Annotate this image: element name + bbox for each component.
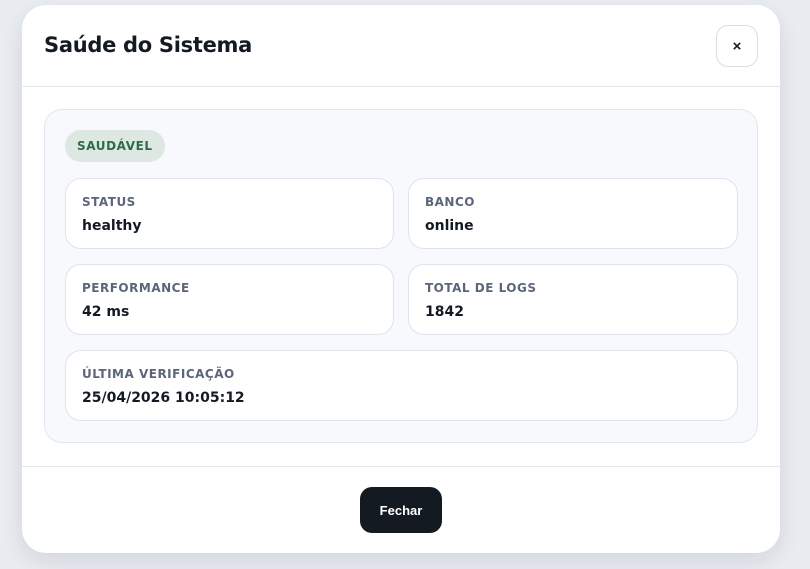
database-card: BANCO online — [408, 178, 738, 249]
total-logs-card-value: 1842 — [425, 304, 464, 320]
status-card: STATUS healthy — [65, 178, 394, 249]
modal-title: Saúde do Sistema — [44, 33, 252, 57]
performance-card-label: PERFORMANCE — [82, 281, 190, 295]
database-card-value: online — [425, 218, 474, 234]
database-card-label: BANCO — [425, 195, 475, 209]
last-check-card-label: ÚLTIMA VERIFICAÇÃO — [82, 367, 235, 381]
modal-footer: Fechar — [22, 466, 780, 553]
modal-header: Saúde do Sistema × — [22, 5, 780, 87]
status-card-label: STATUS — [82, 195, 136, 209]
system-health-modal: Saúde do Sistema × SAUDÁVEL STATUS healt… — [22, 5, 780, 553]
total-logs-card-label: TOTAL DE LOGS — [425, 281, 537, 295]
modal-body: SAUDÁVEL STATUS healthy BANCO online PER… — [22, 87, 780, 466]
performance-card-value: 42 ms — [82, 304, 130, 320]
status-badge: SAUDÁVEL — [65, 130, 165, 162]
total-logs-card: TOTAL DE LOGS 1842 — [408, 264, 738, 335]
status-card-value: healthy — [82, 218, 142, 234]
health-panel: SAUDÁVEL STATUS healthy BANCO online PER… — [44, 109, 758, 443]
performance-card: PERFORMANCE 42 ms — [65, 264, 394, 335]
close-icon-button[interactable]: × — [716, 25, 758, 67]
close-button[interactable]: Fechar — [360, 487, 442, 533]
last-check-card: ÚLTIMA VERIFICAÇÃO 25/04/2026 10:05:12 — [65, 350, 738, 421]
last-check-card-value: 25/04/2026 10:05:12 — [82, 390, 245, 406]
